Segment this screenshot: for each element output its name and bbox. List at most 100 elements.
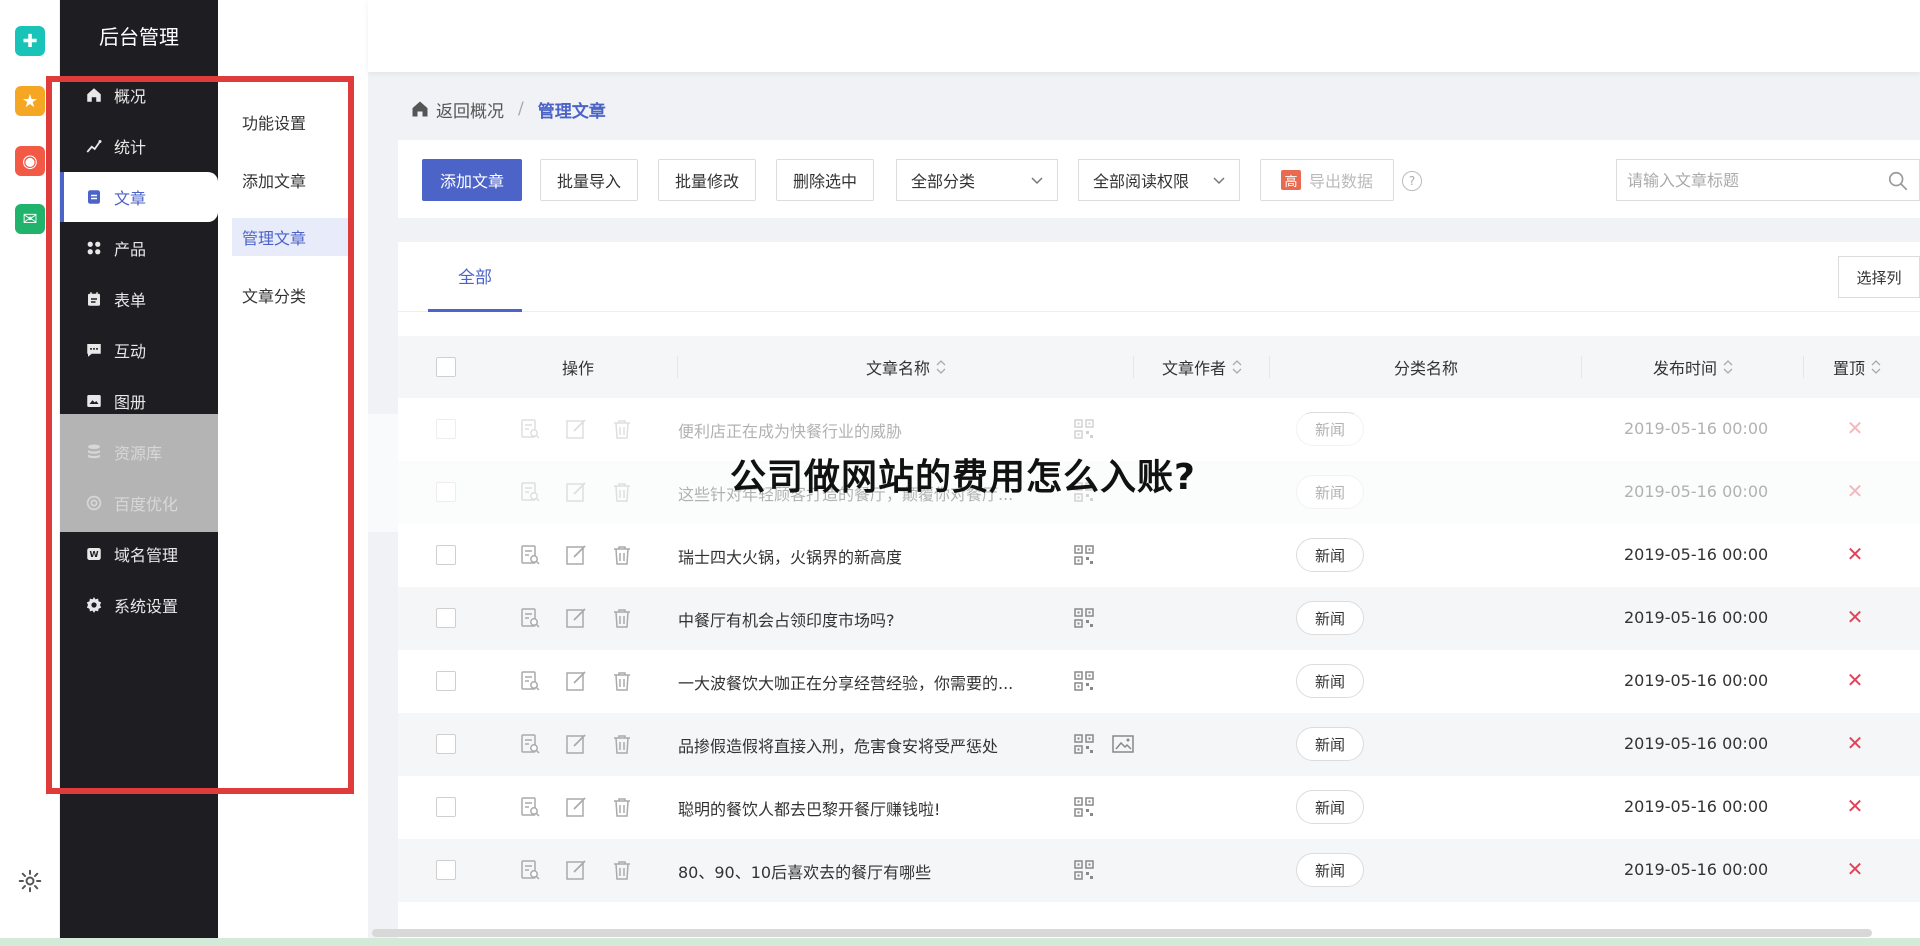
settings-gear-icon[interactable] [17,868,43,894]
header-author[interactable]: 文章作者 [1134,336,1270,398]
export-data-button[interactable]: 高 导出数据 [1260,159,1394,201]
preview-icon[interactable] [518,543,542,567]
header-pin-label: 置顶 [1832,359,1865,378]
category-select-value: 全部分类 [911,172,976,191]
row-checkbox[interactable] [436,734,456,754]
category-tag: 新闻 [1296,664,1364,698]
breadcrumb: 返回概况 / 管理文章 [410,94,606,124]
edit-icon[interactable] [564,732,588,756]
row-actions [518,669,634,693]
sort-icon[interactable] [936,359,946,375]
preview-icon[interactable] [518,858,542,882]
article-title[interactable]: 80、90、10后喜欢去的餐厅有哪些 [678,859,1038,883]
chevron-down-icon [1213,177,1225,185]
unpinned-x-icon[interactable]: ✕ [1846,607,1864,627]
article-table-panel: 全部 选择列 操作 文章名称 文章作者 分类名称 发布时间 置顶 瑞士四大火锅，… [398,242,1920,946]
weibo-app-icon[interactable]: ◉ [15,146,45,176]
header-pin[interactable]: 置顶 [1804,336,1910,398]
sort-icon[interactable] [1232,359,1242,375]
unpinned-x-icon[interactable]: ✕ [1846,544,1864,564]
table-row[interactable]: 中餐厅有机会占领印度市场吗? 新闻 2019-05-16 00:00 ✕ [398,587,1920,650]
image-icon[interactable] [1112,734,1134,754]
delete-icon[interactable] [610,669,634,693]
article-title[interactable]: 一大波餐饮大咖正在分享经营经验，你需要的... [678,670,1038,694]
qrcode-icon[interactable] [1074,734,1094,754]
qrcode-icon[interactable] [1074,608,1094,628]
header-date[interactable]: 发布时间 [1582,336,1804,398]
category-tag: 新闻 [1296,601,1364,635]
row-checkbox[interactable] [436,608,456,628]
sort-icon[interactable] [1723,359,1733,375]
row-checkbox[interactable] [436,797,456,817]
table-header: 操作 文章名称 文章作者 分类名称 发布时间 置顶 [398,336,1920,398]
permission-select[interactable]: 全部阅读权限 [1078,159,1240,201]
edit-icon[interactable] [564,543,588,567]
edit-icon[interactable] [564,606,588,630]
row-actions [518,732,634,756]
batch-import-button[interactable]: 批量导入 [540,159,638,201]
row-actions [518,795,634,819]
help-icon[interactable]: ? [1402,171,1422,191]
row-checkbox[interactable] [436,671,456,691]
article-title[interactable]: 聪明的餐饮人都去巴黎开餐厅赚钱啦! [678,796,1038,820]
article-title[interactable]: 品掺假造假将直接入刑，危害食安将受严惩处 [678,733,1038,757]
unpinned-x-icon[interactable]: ✕ [1846,859,1864,879]
edit-icon[interactable] [564,669,588,693]
favorite-app-icon[interactable]: ★ [15,86,45,116]
premium-badge: 高 [1280,170,1301,190]
tab-bar: 全部 选择列 [398,242,1920,312]
delete-icon[interactable] [610,543,634,567]
search-input[interactable] [1627,170,1867,190]
category-select[interactable]: 全部分类 [896,159,1058,201]
delete-icon[interactable] [610,732,634,756]
tab-all[interactable]: 全部 [428,242,522,312]
horizontal-scrollbar[interactable] [372,929,1872,937]
table-row[interactable]: 瑞士四大火锅，火锅界的新高度 新闻 2019-05-16 00:00 ✕ [398,524,1920,587]
header-category-label: 分类名称 [1393,359,1458,378]
row-checkbox[interactable] [436,545,456,565]
add-article-button[interactable]: 添加文章 [422,159,522,201]
sort-icon[interactable] [1871,359,1881,375]
select-columns-button[interactable]: 选择列 [1838,256,1920,298]
home-icon[interactable] [410,99,430,119]
preview-icon[interactable] [518,669,542,693]
breadcrumb-back-link[interactable]: 返回概况 [436,97,504,122]
qrcode-icon[interactable] [1074,797,1094,817]
row-actions [518,606,634,630]
unpinned-x-icon[interactable]: ✕ [1846,796,1864,816]
category-tag: 新闻 [1296,853,1364,887]
preview-icon[interactable] [518,795,542,819]
header-title-label: 文章名称 [865,359,930,378]
article-title[interactable]: 瑞士四大火锅，火锅界的新高度 [678,544,1038,568]
batch-edit-button[interactable]: 批量修改 [658,159,756,201]
header-ops: 操作 [478,336,678,398]
edit-icon[interactable] [564,858,588,882]
header-title[interactable]: 文章名称 [678,336,1134,398]
table-row[interactable]: 聪明的餐饮人都去巴黎开餐厅赚钱啦! 新闻 2019-05-16 00:00 ✕ [398,776,1920,839]
delete-icon[interactable] [610,606,634,630]
unpinned-x-icon[interactable]: ✕ [1846,670,1864,690]
edit-icon[interactable] [564,795,588,819]
table-row[interactable]: 品掺假造假将直接入刑，危害食安将受严惩处 新闻 2019-05-16 00:00 ✕ [398,713,1920,776]
delete-selected-button[interactable]: 删除选中 [776,159,874,201]
preview-icon[interactable] [518,732,542,756]
select-all-checkbox-cell [436,336,456,398]
row-checkbox[interactable] [436,860,456,880]
mail-app-icon[interactable]: ✉ [15,204,45,234]
header-author-label: 文章作者 [1161,359,1226,378]
delete-icon[interactable] [610,858,634,882]
delete-icon[interactable] [610,795,634,819]
unpinned-x-icon[interactable]: ✕ [1846,733,1864,753]
select-all-checkbox[interactable] [436,357,456,377]
qrcode-icon[interactable] [1074,671,1094,691]
article-title[interactable]: 中餐厅有机会占领印度市场吗? [678,607,1038,631]
chevron-down-icon [1031,177,1043,185]
preview-icon[interactable] [518,606,542,630]
qrcode-icon[interactable] [1074,860,1094,880]
plugin-app-icon[interactable]: ✚ [15,26,45,56]
qrcode-icon[interactable] [1074,545,1094,565]
table-row[interactable]: 80、90、10后喜欢去的餐厅有哪些 新闻 2019-05-16 00:00 ✕ [398,839,1920,902]
publish-date: 2019-05-16 00:00 [1624,671,1769,690]
search-icon[interactable] [1887,170,1909,192]
table-row[interactable]: 一大波餐饮大咖正在分享经营经验，你需要的... 新闻 2019-05-16 00:0… [398,650,1920,713]
